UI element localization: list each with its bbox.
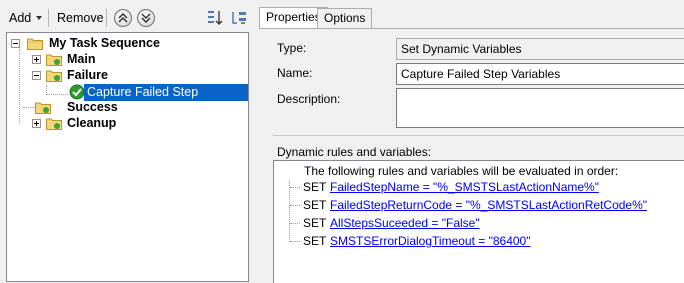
properties-panel: Type: Set Dynamic Variables Name: Captur… xyxy=(259,28,684,283)
tree-root-label[interactable]: My Task Sequence xyxy=(49,35,160,51)
rule-link[interactable]: SMSTSErrorDialogTimeout = "86400" xyxy=(330,233,531,249)
name-field[interactable]: Capture Failed Step Variables xyxy=(396,63,684,85)
folder-icon xyxy=(35,102,51,114)
section-divider xyxy=(273,135,684,136)
move-up-icon[interactable] xyxy=(114,9,132,27)
toolbar-separator xyxy=(48,9,49,27)
tree-group-failure[interactable]: Failure xyxy=(67,67,108,83)
rule-link[interactable]: FailedStepReturnCode = "%_SMSTSLastActio… xyxy=(330,197,647,213)
rules-list[interactable]: The following rules and variables will b… xyxy=(273,160,684,283)
expand-icon[interactable] xyxy=(32,119,41,128)
tree-connector xyxy=(19,49,20,123)
rule-link[interactable]: AllStepsSuceeded = "False" xyxy=(330,215,480,231)
folder-icon xyxy=(46,54,62,66)
task-sequence-pane: Add Remove My Task Sequence Main Failure… xyxy=(0,0,253,283)
description-label: Description: xyxy=(277,92,341,106)
task-sequence-tree[interactable]: My Task Sequence Main Failure Capture Fa… xyxy=(6,32,249,282)
name-label: Name: xyxy=(277,66,313,80)
rules-section-label: Dynamic rules and variables: xyxy=(277,145,432,159)
tree-connector xyxy=(46,94,68,95)
rule-keyword: SET xyxy=(303,216,327,230)
folder-icon xyxy=(27,38,43,50)
rule-row[interactable]: SET FailedStepName = "%_SMSTSLastActionN… xyxy=(274,179,684,195)
rule-link[interactable]: FailedStepName = "%_SMSTSLastActionName%… xyxy=(330,179,599,195)
tree-connector xyxy=(290,205,300,206)
type-field: Set Dynamic Variables xyxy=(396,38,684,60)
toolbar-separator xyxy=(106,9,107,27)
rules-header: The following rules and variables will b… xyxy=(304,164,619,178)
description-field[interactable] xyxy=(396,88,684,128)
toolbar: Add Remove xyxy=(0,0,253,34)
tree-connector xyxy=(290,187,300,188)
tree-group-success[interactable]: Success xyxy=(67,99,118,115)
expand-icon[interactable] xyxy=(32,55,41,64)
move-down-icon[interactable] xyxy=(137,9,155,27)
folder-icon xyxy=(46,70,62,82)
add-dropdown-icon[interactable] xyxy=(36,16,42,20)
sort-order-icon[interactable] xyxy=(207,9,225,27)
tree-connector xyxy=(23,107,35,108)
tab-options[interactable]: Options xyxy=(317,8,373,29)
collapse-icon[interactable] xyxy=(11,39,20,48)
rule-row[interactable]: SET AllStepsSuceeded = "False" xyxy=(274,215,684,231)
folder-icon xyxy=(46,118,62,130)
tree-connector xyxy=(290,223,300,224)
rule-keyword: SET xyxy=(303,198,327,212)
tree-group-cleanup[interactable]: Cleanup xyxy=(67,115,116,131)
refresh-icon[interactable] xyxy=(230,9,248,27)
collapse-icon[interactable] xyxy=(32,71,41,80)
green-check-icon xyxy=(69,84,85,100)
tree-group-main[interactable]: Main xyxy=(67,51,95,67)
tree-connector xyxy=(290,241,300,242)
rule-keyword: SET xyxy=(303,180,327,194)
type-label: Type: xyxy=(277,41,307,55)
remove-button[interactable]: Remove xyxy=(57,11,104,25)
add-button[interactable]: Add xyxy=(9,11,31,25)
rule-row[interactable]: SET SMSTSErrorDialogTimeout = "86400" xyxy=(274,233,684,249)
rule-row[interactable]: SET FailedStepReturnCode = "%_SMSTSLastA… xyxy=(274,197,684,213)
rule-keyword: SET xyxy=(303,234,327,248)
properties-pane: Properties Options Type: Set Dynamic Var… xyxy=(257,0,684,283)
